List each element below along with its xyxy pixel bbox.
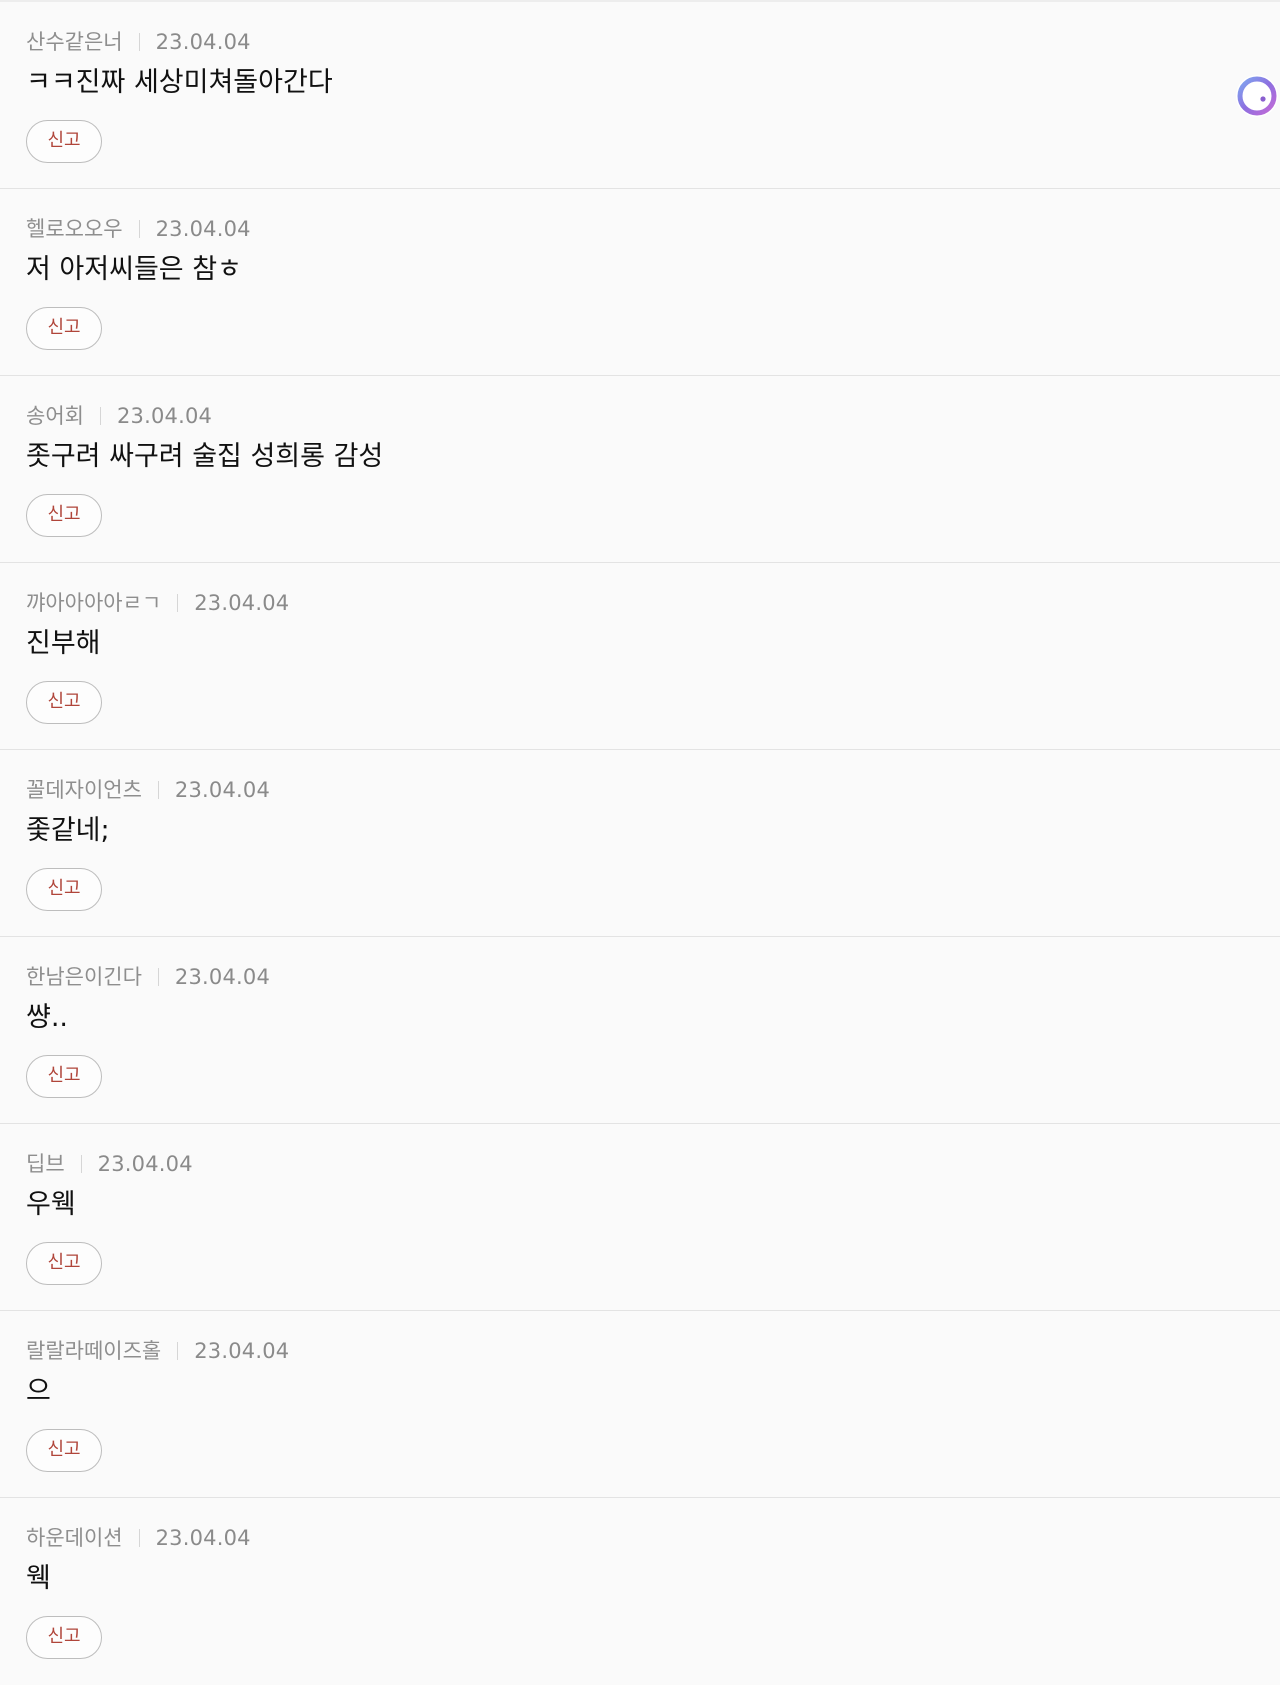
comment-date: 23.04.04	[194, 591, 290, 615]
comment-date: 23.04.04	[174, 778, 271, 802]
comment-author[interactable]: 한남은이긴다	[26, 963, 142, 991]
comment-item: 산수같은너 23.04.04 ㅋㅋ진짜 세상미쳐돌아간다 신고	[0, 2, 1280, 189]
meta-divider	[138, 33, 140, 51]
comment-item: 꺄아아아아ㄹㄱ 23.04.04 진부해 신고	[0, 563, 1280, 750]
comment-date: 23.04.04	[194, 1339, 290, 1363]
meta-divider	[80, 1155, 82, 1173]
meta-divider	[157, 968, 159, 986]
comment-date: 23.04.04	[97, 1152, 193, 1176]
report-button[interactable]: 신고	[26, 494, 102, 537]
comment-author[interactable]: 헬로오오우	[26, 215, 123, 243]
comment-item: 랄랄라떼이즈홀 23.04.04 으 신고	[0, 1311, 1280, 1498]
comment-text: 저 아저씨들은 참ㅎ	[26, 254, 242, 285]
comment-date: 23.04.04	[116, 404, 213, 428]
comment-date: 23.04.04	[155, 217, 251, 241]
comment-meta: 송어회 23.04.04	[26, 402, 212, 430]
comment-meta: 하운데이션 23.04.04	[26, 1524, 251, 1552]
comment-item: 하운데이션 23.04.04 웩 신고	[0, 1498, 1280, 1685]
assistant-ring-icon	[1236, 75, 1278, 117]
comment-text: 좇같네;	[26, 815, 110, 846]
comment-author[interactable]: 딥브	[26, 1150, 65, 1178]
comment-author[interactable]: 랄랄라떼이즈홀	[26, 1337, 161, 1365]
comment-date: 23.04.04	[155, 30, 251, 54]
meta-divider	[138, 1529, 140, 1547]
floating-assistant-button[interactable]	[1234, 73, 1280, 119]
meta-divider	[177, 594, 179, 612]
meta-divider	[157, 781, 159, 799]
comment-author[interactable]: 꺄아아아아ㄹㄱ	[26, 589, 161, 617]
comment-author[interactable]: 꼴데자이언츠	[26, 776, 142, 804]
comment-meta: 딥브 23.04.04	[26, 1150, 193, 1178]
comment-text: 우웩	[26, 1189, 76, 1220]
meta-divider	[138, 220, 140, 238]
comment-date: 23.04.04	[174, 965, 271, 989]
comment-date: 23.04.04	[155, 1526, 251, 1550]
comment-item: 한남은이긴다 23.04.04 썅.. 신고	[0, 937, 1280, 1124]
report-button[interactable]: 신고	[26, 1429, 102, 1472]
comment-author[interactable]: 송어회	[26, 402, 84, 430]
comment-meta: 꼴데자이언츠 23.04.04	[26, 776, 270, 804]
report-button[interactable]: 신고	[26, 868, 102, 911]
comment-meta: 랄랄라떼이즈홀 23.04.04	[26, 1337, 289, 1365]
comment-meta: 꺄아아아아ㄹㄱ 23.04.04	[26, 589, 289, 617]
comment-meta: 한남은이긴다 23.04.04	[26, 963, 270, 991]
report-button[interactable]: 신고	[26, 1616, 102, 1659]
report-button[interactable]: 신고	[26, 1242, 102, 1285]
comment-item: 헬로오오우 23.04.04 저 아저씨들은 참ㅎ 신고	[0, 189, 1280, 376]
comment-meta: 헬로오오우 23.04.04	[26, 215, 251, 243]
report-button[interactable]: 신고	[26, 307, 102, 350]
comment-text: 썅..	[26, 1002, 69, 1033]
comment-meta: 산수같은너 23.04.04	[26, 28, 251, 56]
comment-text: 진부해	[26, 628, 101, 659]
comment-item: 꼴데자이언츠 23.04.04 좇같네; 신고	[0, 750, 1280, 937]
report-button[interactable]: 신고	[26, 1055, 102, 1098]
comment-author[interactable]: 산수같은너	[26, 28, 123, 56]
comment-author[interactable]: 하운데이션	[26, 1524, 123, 1552]
comment-list: 산수같은너 23.04.04 ㅋㅋ진짜 세상미쳐돌아간다 신고 헬로오오우 23…	[0, 0, 1280, 1685]
comment-text: 웩	[26, 1563, 51, 1594]
comment-item: 딥브 23.04.04 우웩 신고	[0, 1124, 1280, 1311]
meta-divider	[177, 1342, 179, 1360]
report-button[interactable]: 신고	[26, 681, 102, 724]
report-button[interactable]: 신고	[26, 120, 102, 163]
comment-text: 으	[26, 1376, 51, 1407]
meta-divider	[99, 407, 101, 425]
comment-item: 송어회 23.04.04 좃구려 싸구려 술집 성희롱 감성 신고	[0, 376, 1280, 563]
comment-text: 좃구려 싸구려 술집 성희롱 감성	[26, 441, 384, 472]
comment-text: ㅋㅋ진짜 세상미쳐돌아간다	[26, 67, 333, 98]
